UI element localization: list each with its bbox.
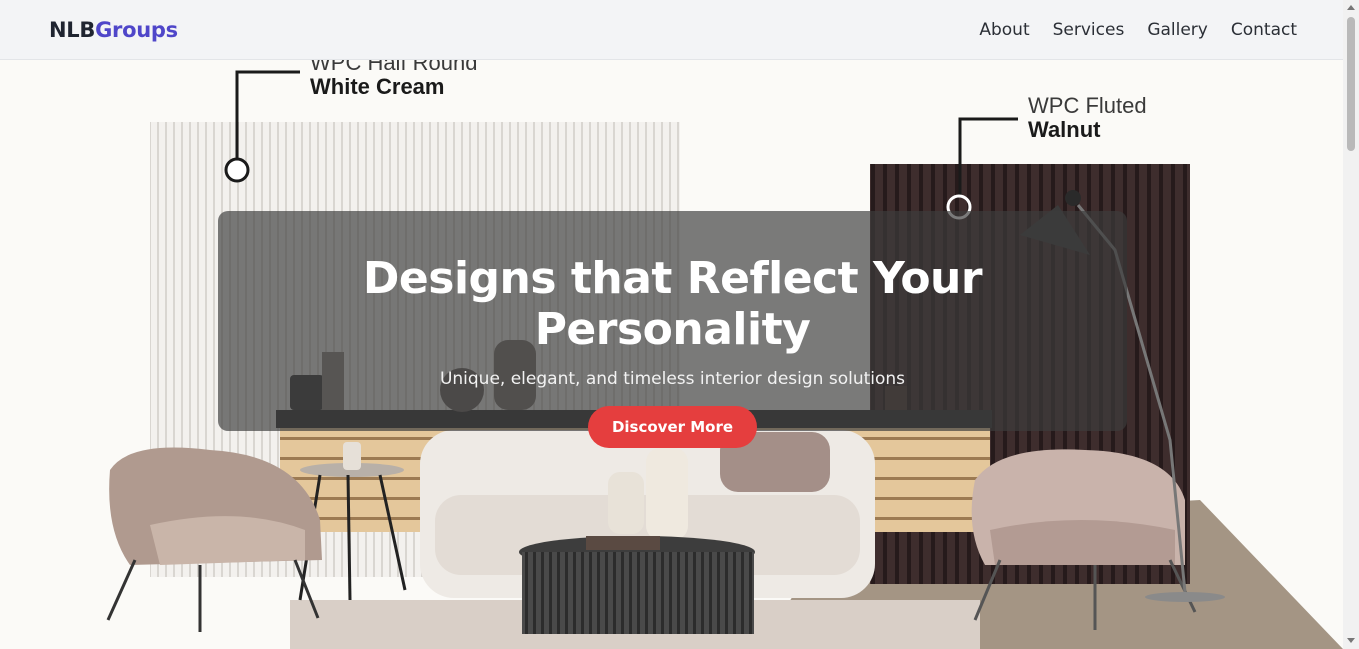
- page-scrollbar[interactable]: [1343, 0, 1359, 649]
- panel-label-walnut: WPC Fluted Walnut: [1028, 93, 1147, 143]
- discover-more-button[interactable]: Discover More: [587, 406, 758, 448]
- nav-link-services[interactable]: Services: [1053, 20, 1125, 40]
- nav-link-about[interactable]: About: [979, 20, 1029, 40]
- panel-label-line2: White Cream: [310, 74, 445, 100]
- navbar: NLBGroups About Services Gallery Contact: [0, 0, 1343, 60]
- nav-link-contact[interactable]: Contact: [1231, 20, 1297, 40]
- main-nav: About Services Gallery Contact: [979, 20, 1297, 40]
- panel-label-white-cream: WPC Half Round White Cream: [310, 60, 478, 99]
- hero-title: Designs that Reflect Your Personality: [362, 253, 983, 355]
- scroll-up-arrow-icon[interactable]: [1347, 5, 1355, 10]
- page: NLBGroups About Services Gallery Contact: [0, 0, 1359, 649]
- panel-label-line1: WPC Half Round: [310, 60, 478, 75]
- hero-overlay: Designs that Reflect Your Personality Un…: [218, 211, 1127, 448]
- nav-link-gallery[interactable]: Gallery: [1147, 20, 1208, 40]
- hero-subtitle: Unique, elegant, and timeless interior d…: [439, 369, 906, 389]
- scroll-down-arrow-icon[interactable]: [1347, 638, 1355, 643]
- scrollbar-thumb[interactable]: [1347, 17, 1355, 151]
- brand-name-part2: Groups: [95, 17, 178, 42]
- brand-name-part1: NLB: [49, 17, 96, 42]
- panel-label-line2: Walnut: [1028, 117, 1101, 143]
- panel-label-line1: WPC Fluted: [1028, 93, 1147, 118]
- brand-logo[interactable]: NLBGroups: [49, 18, 178, 42]
